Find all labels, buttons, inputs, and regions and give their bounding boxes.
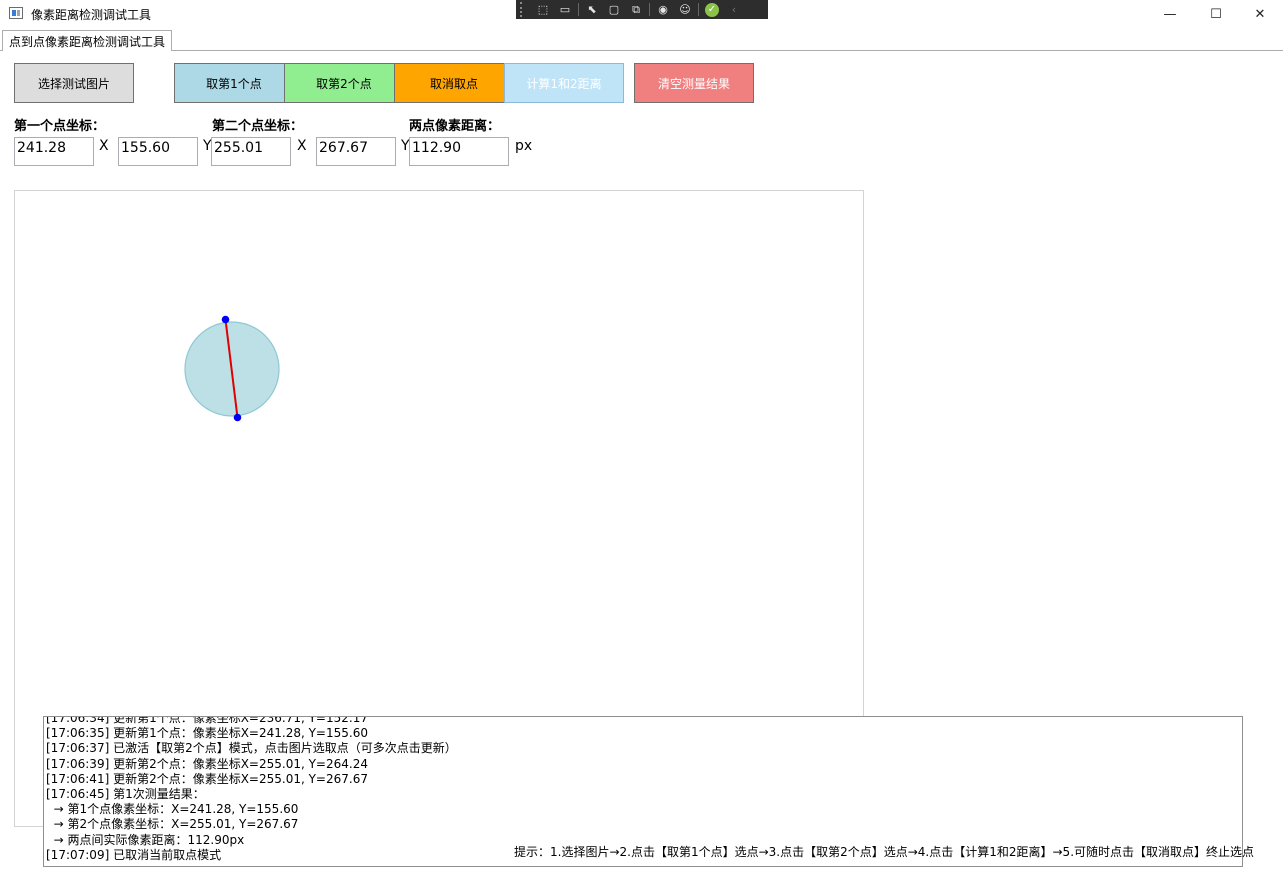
log-line: [17:06:45] 第1次测量结果： bbox=[46, 787, 205, 802]
compute-distance-button[interactable]: 计算1和2距离 bbox=[504, 63, 624, 103]
app-icon bbox=[9, 7, 23, 19]
select-image-button[interactable]: 选择测试图片 bbox=[14, 63, 134, 103]
toolbar-separator bbox=[649, 3, 650, 16]
pick-point1-button[interactable]: 取第1个点 bbox=[174, 63, 294, 103]
point2-marker bbox=[233, 413, 242, 422]
accessibility-icon[interactable]: ☺ bbox=[674, 1, 696, 18]
log-line: [17:06:34] 更新第1个点：像素坐标X=236.71, Y=152.17 bbox=[46, 716, 368, 725]
cursor-icon[interactable]: ⬉ bbox=[581, 1, 603, 18]
distance-label: 两点像素距离： bbox=[409, 119, 501, 134]
pick-point2-button[interactable]: 取第2个点 bbox=[284, 63, 404, 103]
chevron-left-icon[interactable]: ‹ bbox=[723, 1, 745, 18]
cancel-pick-button[interactable]: 取消取点 bbox=[394, 63, 514, 103]
point2-y-field[interactable]: 267.67 bbox=[316, 137, 396, 166]
toolbar-separator bbox=[578, 3, 579, 16]
log-line: → 第1个点像素坐标：X=241.28, Y=155.60 bbox=[46, 802, 299, 817]
tab-strip bbox=[0, 50, 1283, 51]
point1-x-field[interactable]: 241.28 bbox=[14, 137, 94, 166]
log-line: [17:06:35] 更新第1个点：像素坐标X=241.28, Y=155.60 bbox=[46, 726, 368, 741]
maximize-icon: ☐ bbox=[1210, 6, 1222, 22]
point1-x-unit: X bbox=[99, 138, 109, 154]
point2-x-field[interactable]: 255.01 bbox=[211, 137, 291, 166]
toolbar-grip[interactable] bbox=[520, 2, 528, 17]
maximize-button[interactable]: ☐ bbox=[1193, 0, 1239, 28]
minimize-icon: — bbox=[1163, 6, 1177, 22]
hint-text: 提示：1.选择图片→2.点击【取第1个点】选点→3.点击【取第2个点】选点→4.… bbox=[514, 845, 1255, 859]
point1-marker bbox=[221, 315, 230, 324]
log-line: → 第2个点像素坐标：X=255.01, Y=267.67 bbox=[46, 817, 299, 832]
toolbar-separator bbox=[698, 3, 699, 16]
close-button[interactable]: ✕ bbox=[1237, 0, 1283, 28]
point1-y-field[interactable]: 155.60 bbox=[118, 137, 198, 166]
log-lines: [17:06:34] 更新第1个点：像素坐标X=236.71, Y=152.17… bbox=[46, 716, 1236, 863]
debug-toolbar: ⬚ ▭ ⬉ ▢ ⧉ ◉ ☺ ✓ ‹ bbox=[516, 0, 768, 19]
select-element-icon[interactable]: ⬚ bbox=[532, 1, 554, 18]
window-title: 像素距离检测调试工具 bbox=[31, 8, 152, 22]
hot-reload-icon[interactable]: ◉ bbox=[652, 1, 674, 18]
distance-unit: px bbox=[515, 138, 533, 154]
frame-icon[interactable]: ▢ bbox=[603, 1, 625, 18]
log-line: [17:06:39] 更新第2个点：像素坐标X=255.01, Y=264.24 bbox=[46, 756, 368, 771]
point2-x-unit: X bbox=[297, 138, 307, 154]
close-icon: ✕ bbox=[1254, 6, 1266, 22]
point2-label: 第二个点坐标： bbox=[212, 119, 304, 134]
distance-field[interactable]: 112.90 bbox=[409, 137, 509, 166]
log-line: [17:06:37] 已激活【取第2个点】模式，点击图片选取点（可多次点击更新） bbox=[46, 741, 457, 756]
point1-label: 第一个点坐标： bbox=[14, 119, 106, 134]
clear-results-button[interactable]: 清空测量结果 bbox=[634, 63, 754, 103]
camera-icon[interactable]: ▭ bbox=[554, 1, 576, 18]
minimize-button[interactable]: — bbox=[1147, 0, 1193, 28]
preview-icon[interactable]: ⧉ bbox=[625, 1, 647, 18]
log-line: [17:06:41] 更新第2个点：像素坐标X=255.01, Y=267.67 bbox=[46, 771, 368, 786]
check-icon[interactable]: ✓ bbox=[701, 1, 723, 18]
tab-point-distance[interactable]: 点到点像素距离检测调试工具 bbox=[2, 30, 172, 51]
